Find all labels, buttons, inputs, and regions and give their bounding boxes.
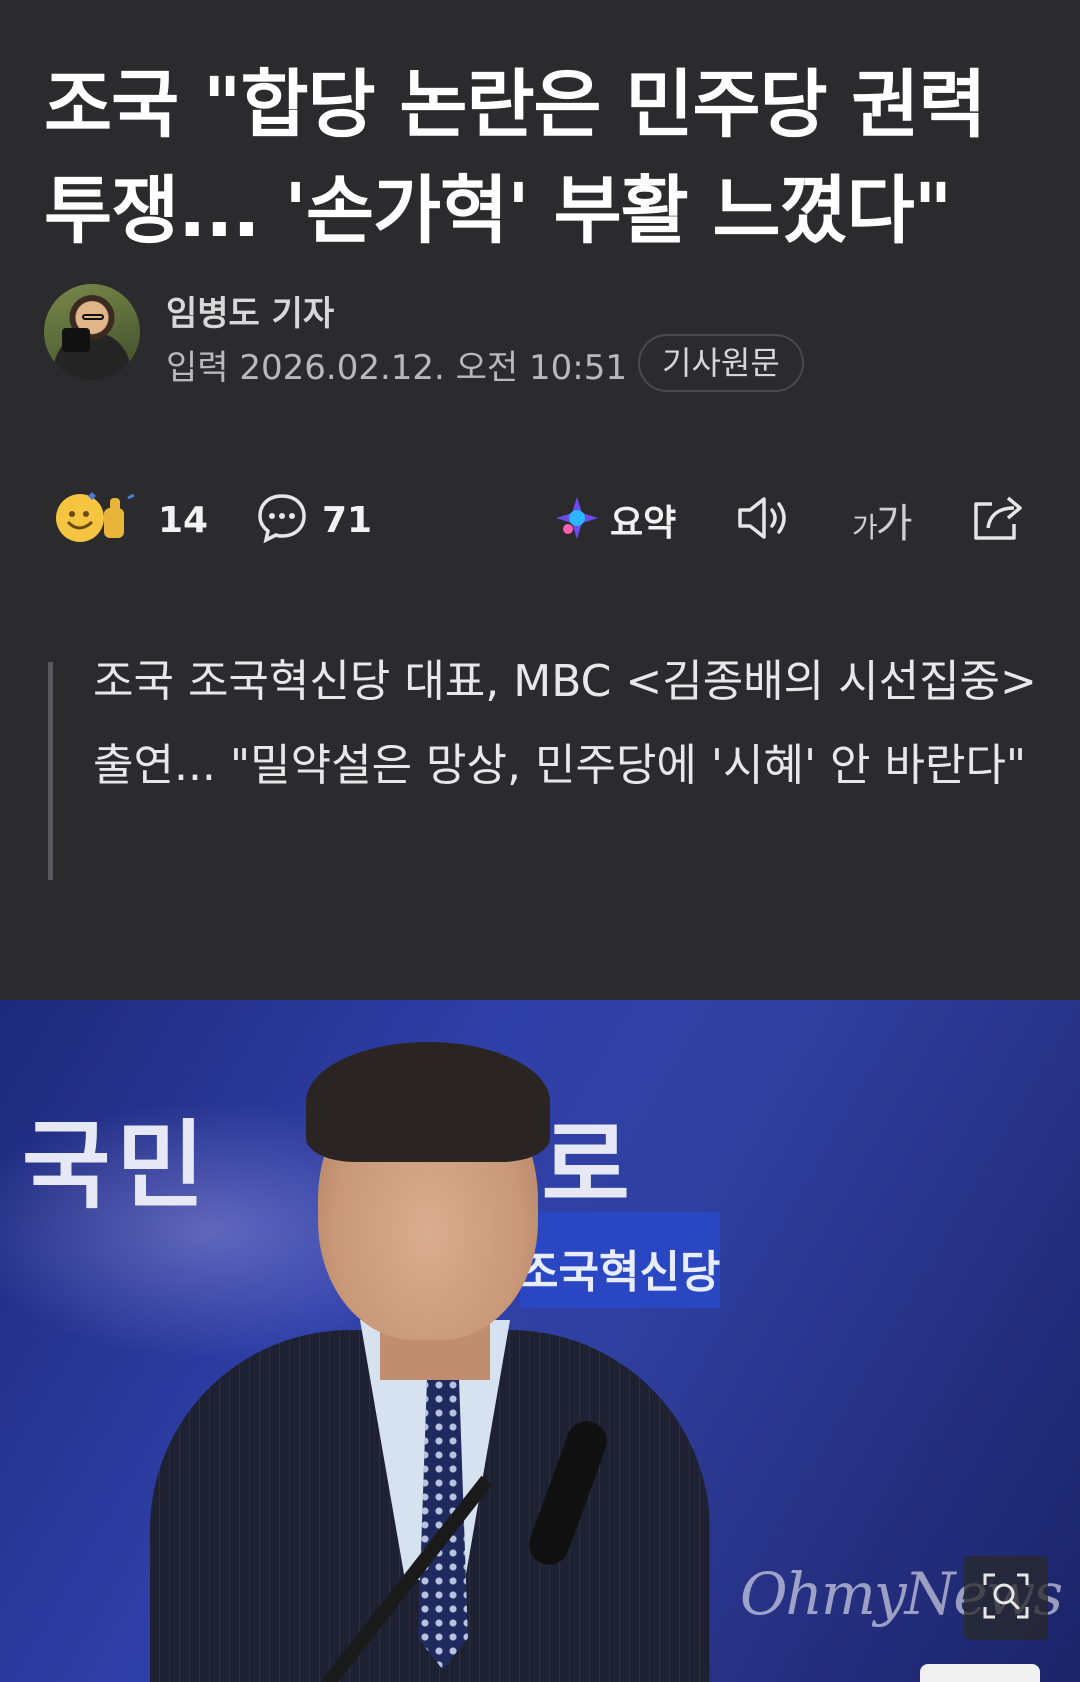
source-article-button[interactable]: 기사원문 <box>638 334 804 392</box>
reporter-name[interactable]: 임병도 기자 <box>166 286 334 335</box>
comment-count: 71 <box>322 499 373 541</box>
comment-bubble-icon <box>256 492 308 548</box>
reaction-count: 14 <box>158 499 209 541</box>
font-size-small-glyph: 가 <box>852 511 878 544</box>
top-partial-logo <box>0 0 1080 10</box>
photo-bottom-pill <box>920 1664 1040 1682</box>
article-headline: 조국 "합당 논란은 민주당 권력 투쟁... '손가혁' 부활 느꼈다" <box>44 62 987 254</box>
article-action-bar: 14 71 요약 가가 <box>0 480 1080 560</box>
comment-button[interactable]: 71 <box>256 480 372 560</box>
photo-banner-word-left: 국민 <box>22 1110 211 1222</box>
avatar-camera <box>62 328 90 352</box>
article-page: 조국 "합당 논란은 민주당 권력 투쟁... '손가혁' 부활 느꼈다" 임병… <box>0 0 1080 1682</box>
font-size-button[interactable]: 가가 <box>852 480 913 560</box>
share-icon <box>970 492 1026 548</box>
zoom-search-icon <box>981 1571 1031 1625</box>
ai-summary-icon <box>554 495 600 545</box>
summary-label: 요약 <box>610 503 677 544</box>
article-summary-quote: 조국 조국혁신당 대표, MBC <김종배의 시선집중> 출연... "밀약설은… <box>48 656 1038 880</box>
photo-party-label: 조국혁신당 <box>518 1247 721 1298</box>
share-button[interactable] <box>970 480 1026 560</box>
speaker-icon <box>734 493 794 547</box>
font-size-large-glyph: 가 <box>875 501 913 547</box>
reaction-emoji-icon <box>52 490 144 550</box>
byline: 임병도 기자 입력 2026.02.12. 오전 10:51 기사원문 <box>44 284 1044 392</box>
published-time: 입력 2026.02.12. 오전 10:51 <box>166 348 628 388</box>
text-to-speech-button[interactable] <box>734 480 794 560</box>
reporter-avatar[interactable] <box>44 284 140 380</box>
avatar-glasses <box>82 314 104 320</box>
article-summary-text: 조국 조국혁신당 대표, MBC <김종배의 시선집중> 출연... "밀약설은… <box>93 656 1037 791</box>
font-size-icon: 가가 <box>852 491 913 549</box>
photo-person-hair <box>306 1042 550 1162</box>
reaction-button[interactable]: 14 <box>52 480 208 560</box>
photo-zoom-button[interactable] <box>964 1556 1048 1640</box>
article-photo[interactable]: 국민 으로 조국혁신당 OhmyNews <box>0 1000 1080 1682</box>
ai-summary-button[interactable]: 요약 <box>554 480 676 560</box>
